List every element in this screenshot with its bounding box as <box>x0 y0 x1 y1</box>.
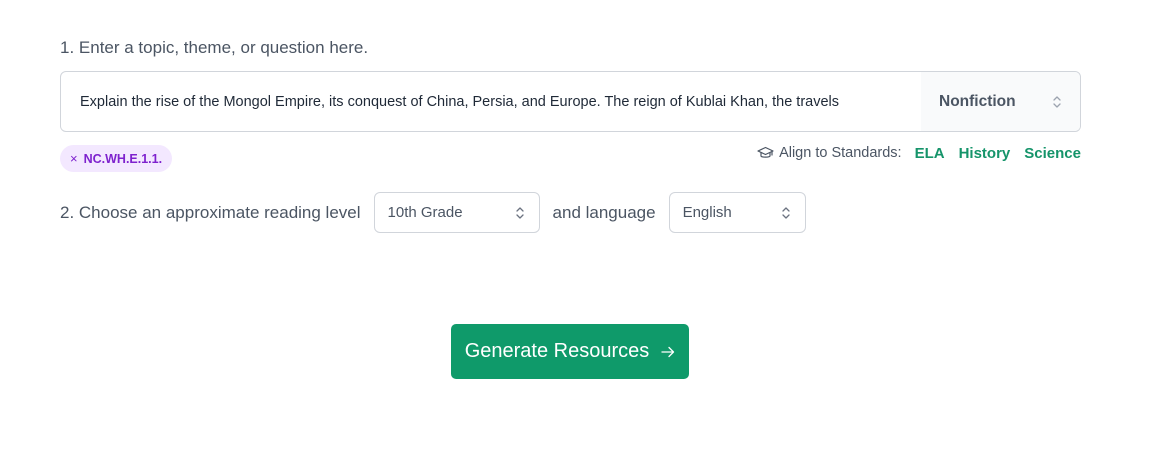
graduation-cap-icon <box>757 146 774 158</box>
align-standards-label: Align to Standards: <box>779 145 902 161</box>
standard-tag-code: NC.WH.E.1.1. <box>83 151 163 166</box>
standard-link-science[interactable]: Science <box>1024 145 1081 162</box>
reading-level-label: 2. Choose an approximate reading level <box>60 202 361 222</box>
chevron-up-down-icon <box>781 206 790 219</box>
generate-resources-button[interactable]: Generate Resources <box>451 324 689 379</box>
grade-select[interactable]: 10th Grade <box>373 192 540 233</box>
grade-select-value: 10th Grade <box>387 204 463 221</box>
genre-select[interactable]: Nonfiction <box>921 72 1080 131</box>
remove-tag-icon[interactable]: × <box>70 152 78 165</box>
topic-field-group: Nonfiction <box>60 71 1081 132</box>
align-standards-row: Align to Standards: ELA History Science <box>757 143 1081 163</box>
chevron-up-down-icon <box>1053 95 1061 108</box>
generate-resources-label: Generate Resources <box>464 340 650 362</box>
language-connector-label: and language <box>552 202 656 222</box>
genre-select-value: Nonfiction <box>939 92 1016 110</box>
language-select-value: English <box>682 204 732 221</box>
standard-link-ela[interactable]: ELA <box>915 145 945 162</box>
topic-input[interactable] <box>61 72 921 131</box>
standard-link-history[interactable]: History <box>959 145 1011 162</box>
language-select[interactable]: English <box>668 192 806 233</box>
topic-prompt-label: 1. Enter a topic, theme, or question her… <box>60 38 369 57</box>
chevron-up-down-icon <box>515 206 524 219</box>
reading-level-row: 2. Choose an approximate reading level 1… <box>60 192 806 233</box>
standard-tag: × NC.WH.E.1.1. <box>60 145 173 172</box>
arrow-right-icon <box>661 346 675 357</box>
